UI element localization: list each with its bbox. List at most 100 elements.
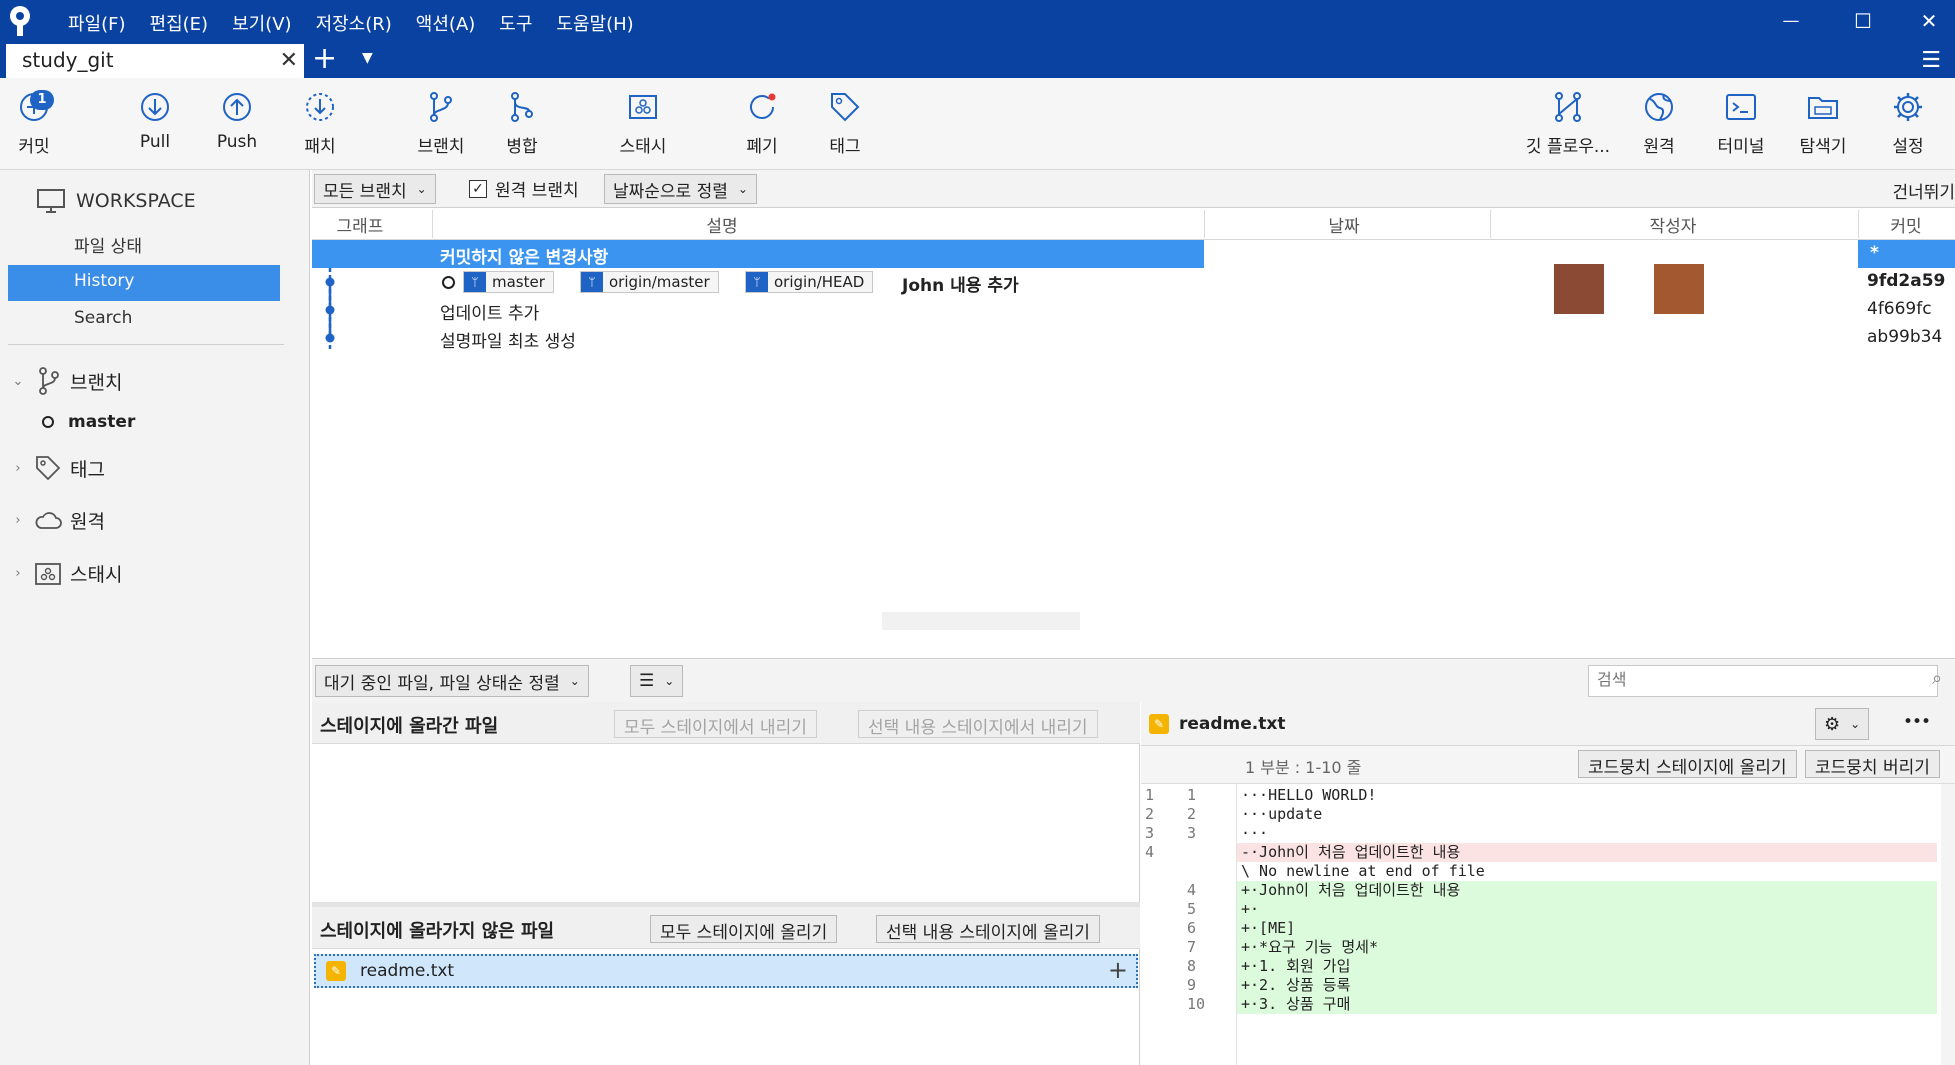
sidebar-item-history[interactable]: History	[8, 265, 280, 301]
remote-branches-checkbox[interactable]: ✓ 원격 브랜치	[469, 176, 579, 201]
menu-tools[interactable]: 도구	[487, 6, 544, 36]
pending-sort-dropdown[interactable]: 대기 중인 파일, 파일 상태순 정렬 ⌄	[315, 665, 589, 697]
checkmark-icon: ✓	[469, 179, 487, 198]
table-row[interactable]: ᛘ master ᛘ origin/master ᛘ origin/HEAD John…	[312, 268, 1955, 296]
close-window-button[interactable]: ✕	[1901, 4, 1955, 38]
merge-button[interactable]: 병합	[474, 90, 570, 166]
commit-button[interactable]: 1 커밋	[0, 90, 82, 166]
branch-ref-master[interactable]: ᛘ master	[463, 271, 554, 293]
tag-button[interactable]: 태그	[797, 90, 893, 166]
tab-study-git[interactable]: study_git ✕	[6, 44, 304, 78]
workspace-header: WORKSPACE	[36, 188, 196, 214]
tag-label: 태그	[829, 137, 861, 157]
column-commit[interactable]: 커밋	[1858, 212, 1954, 237]
stash-icon	[629, 95, 657, 119]
diff-options-dropdown[interactable]: ⚙ ⌄	[1815, 708, 1870, 740]
menu-help[interactable]: 도움말(H)	[544, 6, 645, 36]
tab-close-icon[interactable]: ✕	[280, 48, 298, 73]
sort-order-dropdown[interactable]: 날짜순으로 정렬 ⌄	[604, 174, 757, 204]
sourcetree-logo-icon	[10, 6, 30, 36]
table-row-uncommitted-hash[interactable]: *	[1858, 240, 1955, 268]
vertical-scrollbar[interactable]	[1941, 784, 1955, 1065]
sidebar-group-tags[interactable]: › 태그	[10, 454, 105, 482]
stage-hunk-button[interactable]: 코드뭉치 스테이지에 올리기	[1578, 750, 1797, 778]
stage-file-plus-icon[interactable]: +	[1108, 956, 1128, 984]
stage-selected-button[interactable]: 선택 내용 스테이지에 올리기	[876, 915, 1100, 943]
diff-line-added: 4 +·John이 처음 업데이트한 내용	[1141, 881, 1937, 900]
staged-files-title: 스테이지에 올라간 파일	[320, 716, 499, 737]
file-status-label: 파일 상태	[74, 237, 142, 257]
sidebar-item-search[interactable]: Search	[8, 302, 280, 338]
title-bar: 파일(F) 편집(E) 보기(V) 저장소(R) 액션(A) 도구 도움말(H)…	[0, 0, 1955, 78]
menu-file[interactable]: 파일(F)	[56, 6, 138, 36]
branch-ref-origin-head[interactable]: ᛘ origin/HEAD	[745, 271, 874, 293]
diff-line-removed: 4 -·John이 처음 업데이트한 내용	[1141, 843, 1937, 862]
push-label: Push	[216, 132, 258, 152]
branch-filter-dropdown[interactable]: 모든 브랜치 ⌄	[314, 174, 436, 204]
sidebar-group-stashes[interactable]: › 스태시	[10, 560, 122, 587]
git-flow-button[interactable]: 깃 플로우...	[1518, 90, 1618, 166]
unstage-all-button[interactable]: 모두 스테이지에서 내리기	[614, 710, 817, 738]
more-options-icon[interactable]: •••	[1903, 712, 1931, 732]
stage-all-button[interactable]: 모두 스테이지에 올리기	[650, 915, 838, 943]
push-button[interactable]: Push	[189, 90, 285, 166]
discard-hunk-button[interactable]: 코드뭉치 버리기	[1805, 750, 1940, 778]
explorer-button[interactable]: 탐색기	[1775, 90, 1871, 166]
monitor-icon	[37, 189, 65, 213]
search-input[interactable]	[1588, 665, 1938, 697]
tab-list-chevron-down-icon[interactable]: ▼	[362, 50, 373, 66]
patch-icon	[306, 93, 334, 121]
remote-branches-label: 원격 브랜치	[495, 181, 579, 201]
chevron-down-icon: ⌄	[664, 674, 675, 688]
menu-actions[interactable]: 액션(A)	[404, 6, 487, 36]
commit-history-grid: 그래프 설명 날짜 작성자 커밋 커밋하지 않은 변경사항 * ᛘ master …	[312, 208, 1955, 658]
branch-icon	[39, 367, 59, 395]
skip-button[interactable]: 건너뛰기	[1892, 178, 1955, 203]
discard-label: 폐기	[746, 137, 778, 157]
minimize-button[interactable]: —	[1763, 4, 1819, 38]
sidebar-item-file-status[interactable]: 파일 상태	[8, 226, 280, 262]
stash-button[interactable]: 스태시	[595, 90, 691, 166]
menu-view[interactable]: 보기(V)	[220, 6, 303, 36]
chevron-down-icon: ⌄	[737, 182, 748, 196]
diff-line-added: 5 +·	[1141, 900, 1937, 919]
ref-label: master	[492, 273, 545, 291]
diff-pane: ✎ readme.txt ⚙ ⌄ ••• 1 부분 : 1-10 줄 코드뭉치 …	[1141, 702, 1955, 1065]
diff-line: 1 1 ···HELLO WORLD!	[1145, 786, 1377, 804]
explorer-label: 탐색기	[1799, 137, 1847, 157]
file-name: readme.txt	[360, 961, 455, 981]
menu-bar: 파일(F) 편집(E) 보기(V) 저장소(R) 액션(A) 도구 도움말(H)	[56, 6, 646, 36]
horizontal-scrollbar[interactable]	[882, 612, 1080, 630]
branch-ref-origin-master[interactable]: ᛘ origin/master	[580, 271, 719, 293]
view-mode-dropdown[interactable]: ☰ ⌄	[630, 665, 684, 697]
file-staging-pane: 스테이지에 올라간 파일 모두 스테이지에서 내리기 선택 내용 스테이지에서 …	[312, 702, 1140, 1065]
list-item[interactable]: ✎ readme.txt +	[314, 954, 1138, 988]
branch-filter-value: 모든 브랜치	[323, 181, 407, 202]
discard-button[interactable]: 폐기	[714, 90, 810, 166]
table-row[interactable]: 업데이트 추가 4f669fc	[312, 296, 1955, 324]
row-description: 커밋하지 않은 변경사항	[440, 248, 609, 268]
column-date[interactable]: 날짜	[1204, 212, 1484, 237]
branches-label: 브랜치	[70, 371, 123, 394]
settings-button[interactable]: 설정	[1860, 90, 1955, 166]
column-graph[interactable]: 그래프	[312, 212, 408, 237]
maximize-button[interactable]: ☐	[1835, 4, 1891, 38]
new-tab-button[interactable]: +	[312, 44, 337, 74]
menu-repository[interactable]: 저장소(R)	[304, 6, 404, 36]
table-row-uncommitted[interactable]: 커밋하지 않은 변경사항	[312, 240, 1204, 268]
remotes-label: 원격	[70, 511, 105, 533]
diff-line-added: 9 +·2. 상품 등록	[1141, 976, 1937, 995]
column-author[interactable]: 작성자	[1490, 212, 1856, 237]
sidebar-group-branches[interactable]: ⌄ 브랜치	[10, 366, 122, 396]
tags-label: 태그	[70, 458, 105, 481]
sidebar-group-remotes[interactable]: › 원격	[10, 507, 105, 534]
branch-icon: ᛘ	[464, 272, 486, 292]
menu-edit[interactable]: 편집(E)	[138, 6, 221, 36]
hamburger-menu-icon[interactable]: ☰	[1921, 48, 1941, 73]
table-row[interactable]: 설명파일 최초 생성 ab99b34	[312, 324, 1955, 352]
unstage-selected-button[interactable]: 선택 내용 스테이지에서 내리기	[858, 710, 1098, 738]
sidebar-branch-master[interactable]: master	[42, 412, 135, 432]
patch-button[interactable]: 패치	[272, 90, 368, 166]
diff-line: 2 2 ···update	[1145, 805, 1323, 823]
column-description[interactable]: 설명	[432, 212, 1012, 237]
